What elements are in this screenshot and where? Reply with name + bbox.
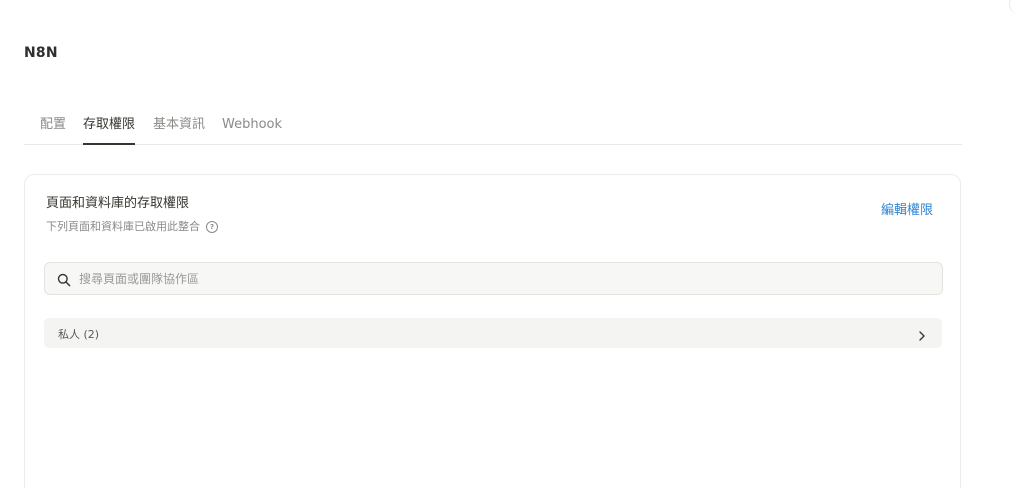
tab-access[interactable]: 存取權限 — [83, 117, 136, 145]
question-circle-icon[interactable]: ? — [206, 221, 218, 233]
access-card-subtitle-text: 下列頁面和資料庫已啟用此整合 — [46, 220, 200, 233]
access-card-title: 頁面和資料庫的存取權限 — [46, 196, 190, 211]
integration-title: N8N — [24, 45, 58, 61]
search-input[interactable] — [77, 270, 921, 287]
chevron-right-icon — [916, 327, 928, 341]
access-card: 頁面和資料庫的存取權限 下列頁面和資料庫已啟用此整合 ? 編輯權限 私人 (2) — [24, 174, 961, 488]
window-corner — [1009, 0, 1024, 14]
tab-basic-info[interactable]: 基本資訊 — [153, 117, 205, 145]
settings-tabs: 配置 存取權限 基本資訊 Webhook — [24, 114, 962, 145]
private-group-row[interactable]: 私人 (2) — [44, 318, 942, 348]
tab-configuration[interactable]: 配置 — [40, 117, 66, 145]
access-card-subtitle: 下列頁面和資料庫已啟用此整合 ? — [46, 220, 218, 234]
private-group-label: 私人 (2) — [58, 328, 100, 341]
integration-settings-page: N8N 配置 存取權限 基本資訊 Webhook 頁面和資料庫的存取權限 下列頁… — [0, 0, 1024, 488]
edit-permissions-button[interactable]: 編輯權限 — [881, 199, 933, 218]
search-field[interactable] — [44, 262, 943, 295]
tab-webhook[interactable]: Webhook — [222, 117, 282, 145]
search-icon — [57, 272, 71, 286]
